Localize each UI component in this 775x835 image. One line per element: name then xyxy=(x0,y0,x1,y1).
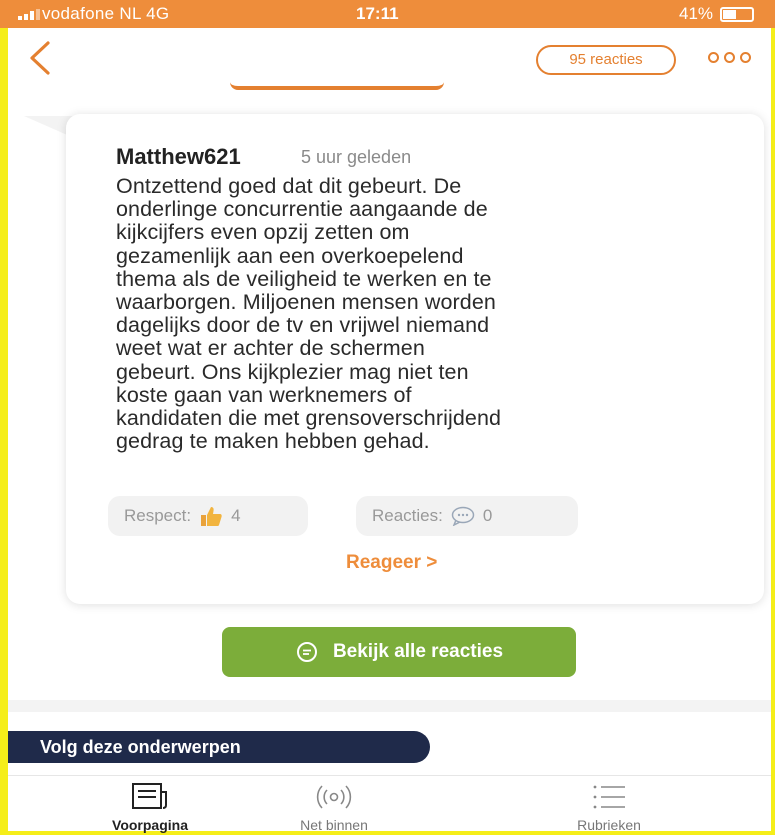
speech-bubble-icon xyxy=(451,506,475,526)
replies-button[interactable]: Reacties: 0 xyxy=(356,496,578,536)
reply-link[interactable]: Reageer > xyxy=(346,552,437,574)
comment-line: weet wat er achter de schermen xyxy=(116,336,425,361)
replies-label: Reacties: xyxy=(372,506,443,525)
nav-item-net-binnen[interactable]: Net binnen xyxy=(254,782,414,833)
battery-icon xyxy=(720,7,754,22)
more-options-icon[interactable] xyxy=(708,52,751,63)
battery-percentage: 41% xyxy=(679,4,714,23)
chat-icon xyxy=(296,642,317,662)
reactions-count-button[interactable]: 95 reacties xyxy=(536,45,676,75)
broadcast-icon xyxy=(316,785,352,809)
comment-line: waarborgen. Miljoenen mensen worden xyxy=(116,290,496,315)
comment-line: kandidaten die met grensoverschrijdend xyxy=(116,406,502,431)
view-all-reactions-button[interactable]: Bekijk alle reacties xyxy=(222,627,576,677)
comment-line: gebeurt. Ons kijkplezier mag niet ten xyxy=(116,359,469,384)
nav-label: Rubrieken xyxy=(577,817,641,833)
comment-line: dagelijks door de tv en vrijwel niemand xyxy=(116,313,490,338)
view-all-reactions-label: Bekijk alle reacties xyxy=(332,641,504,662)
section-divider xyxy=(8,700,771,712)
bottom-navigation: Voorpagina Net binnen Rubrieken xyxy=(8,775,771,833)
comment-line: koste gaan van werknemers of xyxy=(116,382,412,407)
status-bar: vodafone NL 4G 17:11 41% xyxy=(0,0,775,28)
thumbs-up-icon xyxy=(201,507,222,526)
clock: 17:11 xyxy=(356,4,399,23)
comment-card: Matthew621 5 uur geleden Ontzettend goed… xyxy=(66,114,764,604)
comment-line: thema als de veiligheid te werken en te xyxy=(116,266,492,291)
frame-left xyxy=(0,88,8,835)
follow-topics-heading: Volg deze onderwerpen xyxy=(8,731,430,763)
comment-body: Ontzettend goed dat dit gebeurt. De onde… xyxy=(116,174,716,454)
comment-line: onderlinge concurrentie aangaande de xyxy=(116,197,488,222)
signal-icon xyxy=(18,9,40,20)
comment-line: gedrag te maken hebben gehad. xyxy=(116,429,430,454)
comment-line: kijkcijfers even opzij zetten om xyxy=(116,220,410,245)
replies-count: 0 xyxy=(482,506,493,525)
newspaper-icon xyxy=(132,783,167,809)
article-header: 95 reacties xyxy=(8,28,771,88)
back-arrow-icon[interactable] xyxy=(24,40,56,76)
comment-username[interactable]: Matthew621 xyxy=(116,144,241,170)
nav-label: Net binnen xyxy=(300,817,368,833)
list-icon xyxy=(593,785,625,809)
comment-timestamp: 5 uur geleden xyxy=(301,147,412,167)
respect-label: Respect: xyxy=(124,506,192,525)
header-accent-line xyxy=(230,82,444,90)
respect-count: 4 xyxy=(231,506,241,525)
comment-line: gezamenlijk aan een overkoepelend xyxy=(116,243,464,268)
nav-label: Voorpagina xyxy=(112,817,188,833)
nav-item-rubrieken[interactable]: Rubrieken xyxy=(529,782,689,833)
respect-button[interactable]: Respect: 4 xyxy=(108,496,308,536)
nav-item-voorpagina[interactable]: Voorpagina xyxy=(70,782,230,833)
carrier-label: vodafone NL 4G xyxy=(42,4,170,23)
comment-line: Ontzettend goed dat dit gebeurt. De xyxy=(116,174,462,198)
frame-right xyxy=(771,0,775,835)
